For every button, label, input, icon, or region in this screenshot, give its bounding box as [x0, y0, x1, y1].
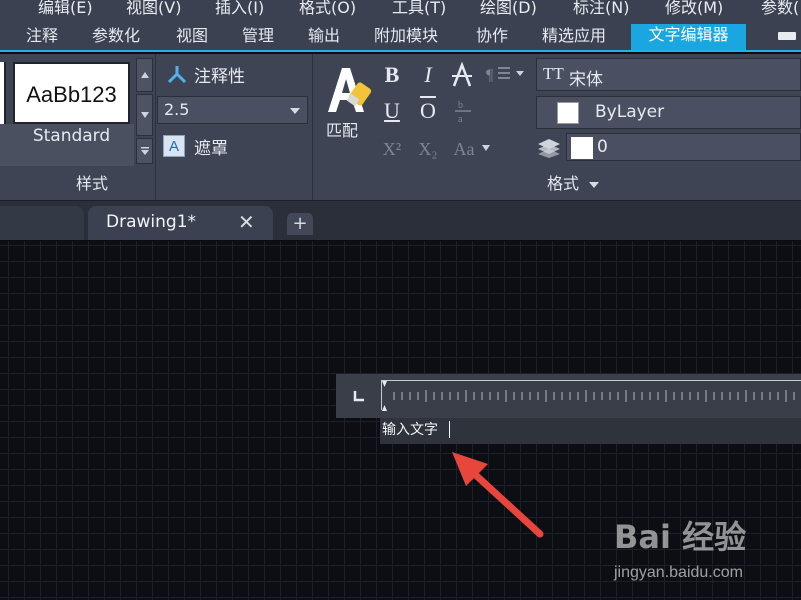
layer-value: 0	[597, 137, 608, 157]
tab-text-editor[interactable]: 文字编辑器	[631, 24, 746, 50]
chevron-down-icon	[589, 182, 600, 188]
text-editor-ruler[interactable]	[381, 380, 801, 411]
fraction-icon[interactable]: b a	[452, 98, 474, 124]
tab-addins[interactable]: 附加模块	[368, 25, 444, 50]
menu-insert[interactable]: 插入(I)	[215, 0, 264, 18]
tab-featured-apps[interactable]: 精选应用	[536, 25, 612, 50]
match-properties-icon[interactable]	[322, 62, 372, 116]
svg-text:a: a	[458, 114, 463, 124]
panel-divider	[312, 54, 313, 200]
tab-output[interactable]: 输出	[302, 25, 346, 50]
subscript-button[interactable]: X₂	[414, 136, 442, 162]
format-panel-title[interactable]: 格式	[547, 170, 600, 198]
annotative-label: 注释性	[194, 67, 245, 87]
tab-stop-type-icon[interactable]	[350, 388, 368, 404]
menu-dimension[interactable]: 标注(N)	[573, 0, 629, 18]
menu-view[interactable]: 视图(V)	[126, 0, 181, 18]
text-height-value: 2.5	[164, 100, 190, 119]
style-gallery-previous-item[interactable]	[0, 62, 6, 124]
tab-annotate[interactable]: 注释	[20, 25, 64, 50]
layer-row: 0	[536, 133, 801, 163]
gallery-scroll-down-button[interactable]	[136, 94, 153, 136]
font-name-value: 宋体	[569, 70, 603, 90]
underline-button[interactable]: U	[380, 98, 404, 124]
stack-icon[interactable]: ¶	[486, 62, 526, 86]
bold-button[interactable]: B	[380, 62, 404, 88]
menu-parametric[interactable]: 参数(	[761, 0, 799, 18]
menu-edit[interactable]: 编辑(E)	[38, 0, 93, 18]
overline-button[interactable]: O	[416, 98, 440, 124]
menu-format[interactable]: 格式(O)	[299, 0, 356, 18]
mask-icon: A	[163, 135, 185, 157]
layers-icon	[538, 139, 560, 158]
svg-text:¶: ¶	[486, 67, 494, 84]
tab-parametric[interactable]: 参数化	[86, 25, 146, 50]
menu-tools[interactable]: 工具(T)	[392, 0, 446, 18]
document-tab-drawing1[interactable]: Drawing1* ✕	[88, 206, 273, 240]
watermark-logo: Bai 经验	[614, 518, 747, 556]
chevron-down-icon	[290, 108, 300, 114]
close-icon[interactable]: ✕	[238, 210, 255, 234]
tab-view[interactable]: 视图	[170, 25, 214, 50]
svg-text:b: b	[458, 100, 463, 111]
chevron-down-icon	[141, 112, 149, 118]
style-gallery-item-standard[interactable]: AaBb123	[13, 62, 130, 124]
start-tab[interactable]	[0, 206, 84, 240]
text-height-select[interactable]: 2.5	[157, 96, 308, 124]
chevron-up-icon	[141, 72, 149, 78]
text-color-value: ByLayer	[595, 102, 665, 122]
layer-select[interactable]: 0	[566, 133, 801, 161]
match-label: 匹配	[326, 121, 359, 140]
font-type-icon: TT	[543, 64, 564, 83]
annotative-icon	[167, 66, 187, 84]
mtext-content: 输入文字	[382, 422, 438, 438]
expand-gallery-icon	[141, 147, 149, 155]
red-arrow-annotation	[452, 452, 544, 538]
change-case-button[interactable]: Aa	[450, 136, 478, 162]
menu-draw[interactable]: 绘图(D)	[480, 0, 537, 18]
baidu-jingyan-watermark: Bai 经验 jingyan.baidu.com	[614, 512, 794, 592]
tab-manage[interactable]: 管理	[236, 25, 280, 50]
menu-modify[interactable]: 修改(M)	[665, 0, 723, 18]
italic-button[interactable]: I	[416, 62, 440, 88]
style-panel-title: 样式	[76, 174, 109, 193]
layer-color-swatch	[571, 137, 593, 159]
gallery-expand-button[interactable]	[136, 138, 153, 164]
strikethrough-icon[interactable]	[450, 62, 474, 88]
ribbon-minimize-button[interactable]	[778, 32, 796, 40]
ruler-ticks	[382, 381, 795, 411]
style-name-label: Standard	[32, 126, 111, 146]
menu-bar: 编辑(E) 视图(V) 插入(I) 格式(O) 工具(T) 绘图(D) 标注(N…	[0, 0, 801, 20]
font-select[interactable]: TT 宋体	[536, 58, 801, 91]
style-preview-text: AaBb123	[26, 82, 117, 107]
new-tab-button[interactable]: +	[287, 213, 313, 235]
color-swatch	[557, 102, 579, 124]
ribbon-tab-bar: 注释 参数化 视图 管理 输出 附加模块 协作 精选应用 文字编辑器	[0, 20, 801, 52]
text-cursor	[449, 421, 450, 438]
document-tab-title: Drawing1*	[106, 212, 197, 232]
superscript-button[interactable]: X²	[378, 136, 406, 162]
chevron-down-icon	[482, 145, 490, 151]
mask-label: 遮罩	[194, 139, 228, 159]
panel-divider	[155, 54, 156, 200]
tab-collaborate[interactable]: 协作	[470, 25, 514, 50]
gallery-scroll-up-button[interactable]	[136, 58, 153, 92]
text-color-select[interactable]: ByLayer	[536, 96, 801, 129]
watermark-url: jingyan.baidu.com	[614, 564, 743, 581]
format-panel-title-label: 格式	[547, 174, 580, 193]
